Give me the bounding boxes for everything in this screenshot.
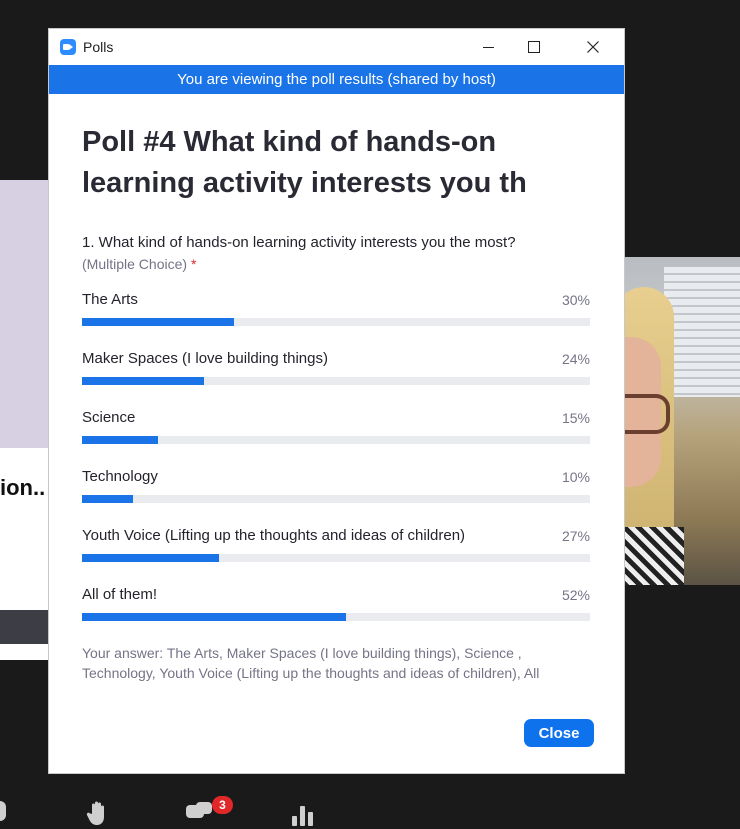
polls-bar-1 [292,816,297,826]
option-progress-track [82,436,590,444]
window-title: Polls [83,39,114,55]
results-list: The Arts 30% Maker Spaces (I love building… [82,289,591,643]
shared-slide-tile: ion.. [0,180,49,660]
your-answer-text: Your answer: The Arts, Maker Spaces (I l… [82,645,540,681]
maximize-icon [528,41,540,53]
option-label: Science [82,409,136,426]
option-percent: 15% [561,410,590,426]
option-percent: 30% [561,292,590,308]
participant-video-tile[interactable] [624,257,740,585]
option-progress-fill [82,377,204,385]
poll-option: Youth Voice (Lifting up the thoughts and… [82,525,590,584]
option-progress-track [82,495,590,503]
minimize-button[interactable] [465,29,511,65]
question-type: (Multiple Choice) * [82,253,591,275]
participant-glasses [624,394,670,434]
slide-footer-bar [0,610,49,644]
option-progress-track [82,318,590,326]
polls-bar-2 [300,806,305,826]
option-progress-track [82,613,590,621]
polls-icon[interactable] [292,804,314,826]
chat-bubble-front [196,802,212,814]
option-percent: 10% [561,469,590,485]
option-label: Maker Spaces (I love building things) [82,350,328,367]
poll-option: The Arts 30% [82,289,590,348]
poll-option: Science 15% [82,407,590,466]
poll-option: Technology 10% [82,466,590,525]
minimize-icon [482,46,494,48]
slide-header-area [0,180,49,448]
option-label: All of them! [82,586,158,603]
zoom-app-icon [60,39,76,55]
poll-option: All of them! 52% [82,584,590,643]
option-percent: 52% [561,587,590,603]
option-progress-fill [82,318,235,326]
option-percent: 27% [561,528,590,544]
window-close-button[interactable] [570,29,616,65]
window-blinds [664,267,740,397]
close-button[interactable]: Close [524,719,594,747]
question-type-label: (Multiple Choice) [82,256,188,272]
slide-text-fragment: ion.. [0,475,46,500]
maximize-button[interactable] [511,29,557,65]
microphone-icon[interactable] [0,801,6,821]
poll-title: Poll #4 What kind of hands-on learning a… [82,126,527,199]
chat-icon[interactable] [186,802,212,820]
option-label: Technology [82,468,158,485]
option-percent: 24% [561,351,590,367]
option-label: The Arts [82,291,138,308]
poll-option: Maker Spaces (I love building things) 24% [82,348,590,407]
participant-shirt [624,527,684,585]
raise-hand-icon[interactable] [86,800,108,826]
option-progress-fill [82,613,347,621]
option-progress-track [82,377,590,385]
polls-bar-3 [308,812,313,826]
polls-dialog: Polls You are viewing the poll results (… [49,29,624,773]
close-icon [587,41,599,53]
option-progress-fill [82,495,133,503]
results-banner: You are viewing the poll results (shared… [49,65,624,94]
option-progress-track [82,554,590,562]
option-progress-fill [82,554,220,562]
required-marker: * [191,256,197,272]
option-label: Youth Voice (Lifting up the thoughts and… [82,527,466,544]
poll-content: Poll #4 What kind of hands-on learning a… [49,94,624,683]
question-text: 1. What kind of hands-on learning activi… [82,234,516,251]
chat-unread-badge: 3 [212,796,233,814]
title-bar[interactable]: Polls [49,29,624,65]
option-progress-fill [82,436,159,444]
